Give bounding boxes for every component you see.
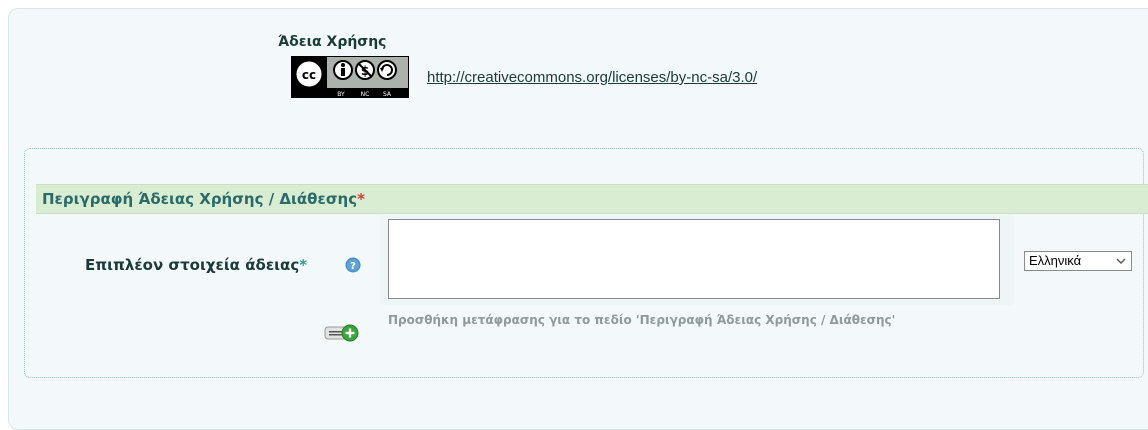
badge-label-by: BY: [337, 91, 345, 98]
add-translation-link[interactable]: Προσθήκη μετάφρασης για το πεδίο 'Περιγρ…: [388, 313, 948, 328]
chevron-down-icon: [1116, 258, 1126, 264]
svg-text:?: ?: [350, 261, 356, 272]
textarea-container: [380, 215, 1014, 305]
field-label-text: Επιπλέον στοιχεία άδειας: [85, 256, 300, 274]
language-selected-value: Ελληνικά: [1029, 253, 1082, 268]
section-title: Περιγραφή Άδειας Χρήσης / Διάθεσης*: [42, 190, 365, 208]
add-translation-icon[interactable]: [324, 322, 360, 344]
language-select[interactable]: Ελληνικά: [1024, 251, 1132, 271]
badge-label-sa: SA: [383, 91, 392, 98]
field-label: Επιπλέον στοιχεία άδειας*: [85, 256, 307, 274]
svg-text:cc: cc: [302, 68, 316, 82]
license-title: Άδεια Χρήσης: [278, 34, 387, 50]
section-header: Περιγραφή Άδειας Χρήσης / Διάθεσης*: [36, 184, 1148, 214]
badge-label-nc: NC: [361, 91, 370, 98]
section-title-text: Περιγραφή Άδειας Χρήσης / Διάθεσης: [42, 190, 358, 208]
license-details-textarea[interactable]: [388, 219, 1000, 299]
help-icon[interactable]: ?: [345, 257, 361, 273]
license-url-link[interactable]: http://creativecommons.org/licenses/by-n…: [427, 69, 757, 86]
cc-by-nc-sa-badge-icon: cc $ BY NC SA: [291, 56, 409, 98]
required-marker: *: [357, 190, 365, 208]
field-required-marker: *: [299, 256, 308, 274]
